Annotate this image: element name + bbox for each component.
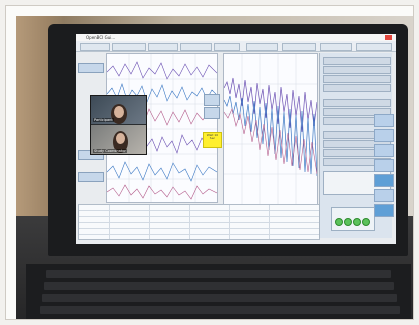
table-col-divider [189,205,190,239]
table-row [79,228,319,229]
table-col-divider [149,205,150,239]
video-tile-coordinator[interactable]: Study Coordinator [91,125,146,154]
status-light-4 [362,218,370,226]
fft-traces [224,54,317,204]
action-button-7[interactable] [374,204,394,217]
photo-scene: OpenBCI Gui... Wait 10 Sec Participant S… [16,16,413,319]
action-button-5[interactable] [374,174,394,187]
tile2-caption: Study Coordinator [93,148,127,153]
status-light-2 [344,218,352,226]
channel-tag-3[interactable] [78,172,104,182]
action-button-2[interactable] [374,129,394,142]
action-button-column [374,54,394,234]
toolbar [76,41,396,52]
action-button-1[interactable] [374,114,394,127]
tile1-caption: Participant [93,117,114,122]
table-col-divider [109,205,110,239]
toolbar-button-8[interactable] [320,43,352,51]
table-row [79,216,319,217]
status-light-3 [353,218,361,226]
keyboard-row-4 [40,306,400,314]
fft-plot[interactable] [223,53,318,205]
photo-frame: OpenBCI Gui... Wait 10 Sec Participant S… [5,5,414,320]
action-button-4[interactable] [374,159,394,172]
status-light-1 [335,218,343,226]
table-row [79,234,319,235]
toolbar-button-3[interactable] [148,43,178,51]
wait-marker-tag: Wait 10 Sec [203,132,222,148]
participant-face [114,106,124,118]
channel-tag-1[interactable] [78,63,104,73]
toolbar-button-2[interactable] [112,43,146,51]
wait-marker-text: Wait 10 Sec [206,133,219,141]
laptop-screen: OpenBCI Gui... Wait 10 Sec Participant S… [76,34,396,244]
keyboard-row-2 [44,282,394,290]
marker-tag-1[interactable] [204,94,220,106]
toolbar-button-1[interactable] [80,43,110,51]
laptop-keyboard [26,264,411,319]
table-row [79,222,319,223]
toolbar-button-7[interactable] [282,43,316,51]
marker-tag-2[interactable] [204,107,220,119]
table-col-divider [269,205,270,239]
video-call-overlay[interactable]: Participant Study Coordinator [90,95,147,155]
toolbar-button-6[interactable] [246,43,278,51]
data-table [78,204,320,240]
close-icon[interactable] [385,35,392,40]
coordinator-face [116,133,125,144]
keyboard-row-1 [46,270,391,278]
table-col-divider [229,205,230,239]
keyboard-row-3 [42,294,397,302]
video-tile-participant[interactable]: Participant [91,96,146,124]
toolbar-button-5[interactable] [214,43,240,51]
toolbar-button-4[interactable] [180,43,212,51]
action-button-3[interactable] [374,144,394,157]
toolbar-button-9[interactable] [356,43,392,51]
window-title: OpenBCI Gui... [86,35,116,40]
action-button-6[interactable] [374,189,394,202]
status-indicator-panel [331,207,375,231]
table-row [79,210,319,211]
